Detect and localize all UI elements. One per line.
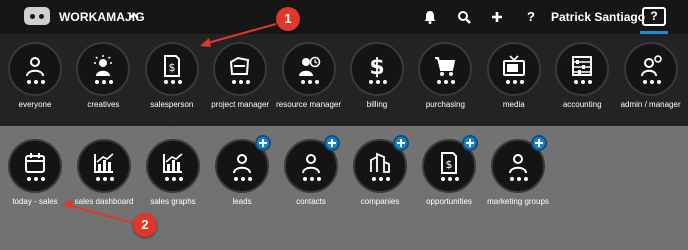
dollar-document-icon: $ <box>163 55 180 77</box>
more-dots-icon <box>437 80 456 84</box>
person-icon <box>233 154 251 174</box>
annotation-badge-2: 2 <box>133 213 157 237</box>
more-dots-icon <box>165 177 183 181</box>
row1-tile-button[interactable] <box>623 42 678 96</box>
creative-person-icon <box>94 55 113 76</box>
search-icon[interactable] <box>456 9 472 25</box>
add-new-plus-icon[interactable] <box>255 135 271 151</box>
person-clock-icon <box>298 56 320 76</box>
row2-tile-label: marketing groups <box>487 197 549 206</box>
question-icon[interactable]: ? <box>527 9 543 25</box>
more-dots-icon <box>441 177 459 181</box>
tv-icon <box>502 55 525 76</box>
top-bar: WORKAMAJIG ? Patrick Santiago ? <box>0 0 688 34</box>
add-new-plus-icon[interactable] <box>531 135 547 151</box>
row1-tile-button[interactable] <box>8 42 62 96</box>
bar-chart-icon <box>94 153 114 173</box>
row1-tile-label: everyone <box>18 100 52 109</box>
more-dots-icon <box>642 80 661 84</box>
row1-tile-label: project manager <box>211 100 270 109</box>
abacus-icon <box>572 56 593 76</box>
cart-icon <box>435 57 456 76</box>
project-folder-icon <box>230 56 250 75</box>
more-dots-icon <box>574 80 593 84</box>
row1-tile-button[interactable]: $ <box>350 42 404 96</box>
row1-tile-label: salesperson <box>150 100 194 109</box>
add-icon[interactable] <box>489 9 505 25</box>
row1-tile-button[interactable]: $ <box>144 42 199 96</box>
buildings-icon <box>370 152 390 173</box>
row1-tile-label: purchasing <box>425 100 465 109</box>
more-dots-icon <box>96 177 114 181</box>
row1-tile-label: billing <box>366 100 388 109</box>
row2-tile-label: today - sales <box>12 197 58 206</box>
dollar-document-icon: $ <box>441 152 457 174</box>
row1-tile-label: creatives <box>87 100 120 109</box>
more-dots-icon <box>95 80 114 84</box>
row2-tile-button[interactable] <box>146 139 200 193</box>
row1-tile-label: admin / manager <box>620 100 681 109</box>
row2-tile-label: opportunities <box>426 197 472 206</box>
dollar-icon: $ <box>369 55 384 78</box>
row1-tile-label: accounting <box>562 100 602 109</box>
row2-tile-label: sales graphs <box>150 197 196 206</box>
more-dots-icon <box>234 177 252 181</box>
help-button[interactable]: ? <box>642 7 666 26</box>
person-gear-icon <box>640 55 662 77</box>
row2-tile-label: contacts <box>296 197 326 206</box>
person-icon <box>26 57 44 77</box>
row1-tile-button[interactable] <box>281 42 336 96</box>
more-dots-icon <box>27 80 45 84</box>
more-dots-icon <box>163 80 182 84</box>
add-new-plus-icon[interactable] <box>462 135 478 151</box>
row2-tile-label: leads <box>232 197 252 206</box>
more-dots-icon <box>303 177 321 181</box>
more-dots-icon <box>27 177 45 181</box>
more-dots-icon <box>300 80 319 84</box>
person-icon <box>302 154 320 174</box>
row1-tile-label: media <box>502 100 525 109</box>
workamajig-logo-icon[interactable] <box>24 7 50 25</box>
more-dots-icon <box>372 177 390 181</box>
person-icon <box>509 154 527 174</box>
caret-up-icon[interactable] <box>128 10 140 22</box>
calendar-icon <box>25 153 45 173</box>
row2-tile-label: sales dashboard <box>74 197 134 206</box>
bar-chart-icon <box>163 153 183 173</box>
row2-tile-label: companies <box>360 197 400 206</box>
row2-tile-button[interactable] <box>8 139 62 193</box>
annotation-badge-1: 1 <box>276 7 300 31</box>
user-name[interactable]: Patrick Santiago <box>551 10 645 24</box>
row1-tile-button[interactable] <box>555 42 610 96</box>
row1-tile-button[interactable] <box>76 42 131 96</box>
more-dots-icon <box>510 177 528 181</box>
svg-text:$: $ <box>446 158 453 171</box>
svg-text:$: $ <box>369 55 384 78</box>
add-new-plus-icon[interactable] <box>393 135 409 151</box>
row2-tile-button[interactable] <box>77 139 131 193</box>
more-dots-icon <box>505 80 524 84</box>
more-dots-icon <box>232 80 251 84</box>
more-dots-icon <box>369 80 387 84</box>
row1-tile-button[interactable] <box>213 42 268 96</box>
add-new-plus-icon[interactable] <box>324 135 340 151</box>
row1-tile-button[interactable] <box>486 42 541 96</box>
bell-icon[interactable] <box>422 9 438 25</box>
svg-text:$: $ <box>168 61 175 74</box>
row1-tile-label: resource manager <box>276 100 342 109</box>
row1-tile-button[interactable] <box>418 42 473 96</box>
